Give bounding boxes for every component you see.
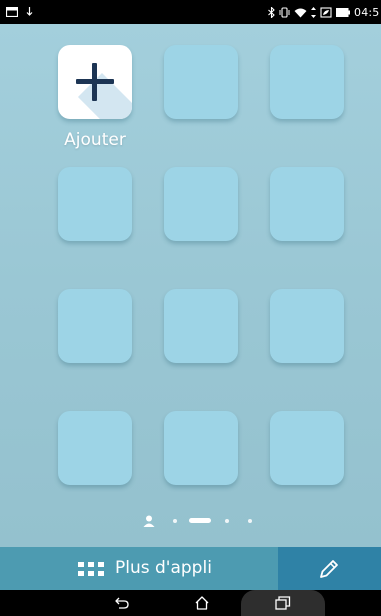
people-page-icon[interactable]	[143, 515, 155, 527]
app-grid-icon	[78, 562, 104, 576]
pencil-icon	[320, 560, 338, 578]
battery-saver-icon	[320, 7, 332, 18]
battery-icon	[336, 7, 350, 17]
empty-tile[interactable]	[270, 411, 344, 485]
page-indicator[interactable]	[143, 513, 263, 529]
empty-tile[interactable]	[58, 289, 132, 363]
empty-tile[interactable]	[164, 167, 238, 241]
notification-box-icon	[6, 7, 18, 17]
empty-tile[interactable]	[164, 45, 238, 119]
empty-tile[interactable]	[270, 167, 344, 241]
empty-tile[interactable]	[58, 411, 132, 485]
all-apps-button[interactable]: Plus d'appli	[0, 547, 278, 590]
recents-button[interactable]	[241, 590, 325, 616]
vibrate-icon	[279, 6, 290, 18]
page-dot[interactable]	[173, 519, 177, 523]
navigation-bar	[0, 590, 381, 616]
page-dot-active[interactable]	[189, 518, 211, 523]
all-apps-label: Plus d'appli	[115, 558, 212, 578]
page-dot[interactable]	[225, 519, 229, 523]
empty-tile[interactable]	[270, 289, 344, 363]
empty-tile[interactable]	[58, 167, 132, 241]
bluetooth-icon	[268, 6, 275, 18]
add-widget-label: Ajouter	[64, 130, 126, 150]
empty-tile[interactable]	[164, 289, 238, 363]
download-icon	[26, 7, 33, 16]
recents-icon	[275, 596, 291, 610]
back-icon	[115, 597, 129, 609]
empty-tile[interactable]	[270, 45, 344, 119]
page-dot[interactable]	[248, 519, 252, 523]
home-screen[interactable]: Ajouter	[0, 24, 381, 547]
status-time: 04:5	[354, 5, 380, 19]
data-arrows-icon	[311, 6, 316, 18]
wifi-icon	[294, 8, 307, 17]
dock: Plus d'appli	[0, 547, 381, 590]
home-icon	[195, 596, 209, 610]
back-button[interactable]	[100, 590, 144, 616]
empty-tile[interactable]	[164, 411, 238, 485]
add-widget-tile[interactable]	[58, 45, 132, 119]
home-button[interactable]	[180, 590, 224, 616]
status-bar[interactable]: 04:5	[0, 0, 381, 24]
edit-button[interactable]	[278, 547, 381, 590]
